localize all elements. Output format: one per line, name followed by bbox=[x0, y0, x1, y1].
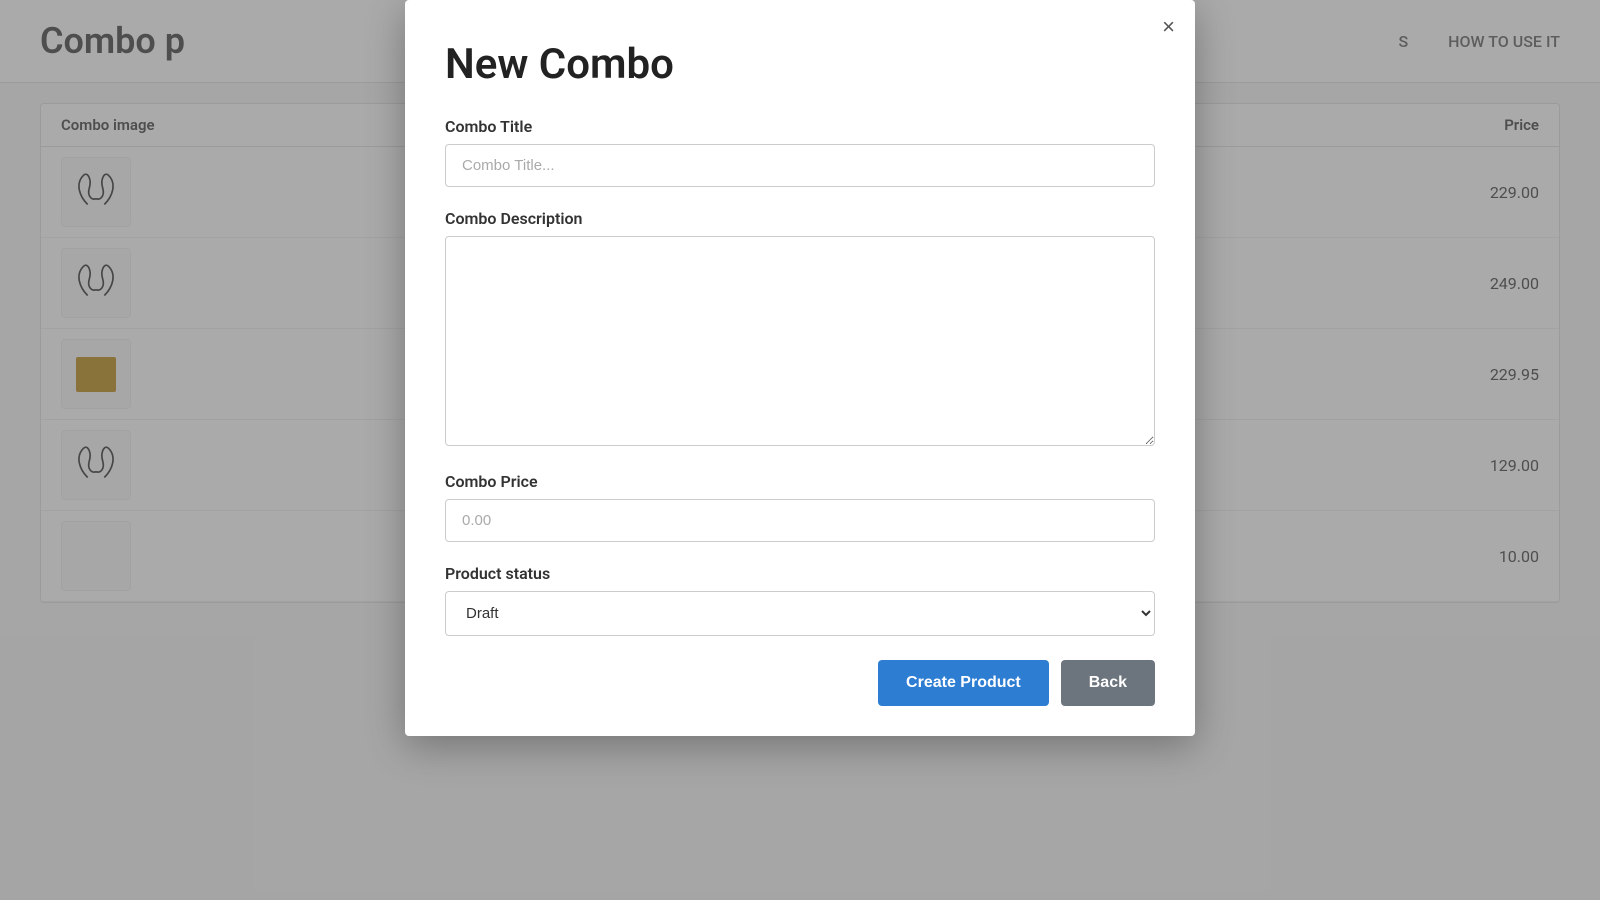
close-button[interactable]: × bbox=[1162, 16, 1175, 38]
combo-price-input[interactable] bbox=[445, 499, 1155, 542]
combo-description-group: Combo Description bbox=[445, 209, 1155, 450]
modal-overlay: × New Combo Combo Title Combo Descriptio… bbox=[0, 0, 1600, 900]
combo-price-label: Combo Price bbox=[445, 472, 1155, 491]
modal-title: New Combo bbox=[445, 40, 1155, 89]
combo-title-group: Combo Title bbox=[445, 117, 1155, 187]
modal-footer: Create Product Back bbox=[445, 660, 1155, 706]
product-status-select[interactable]: Draft Active Archived bbox=[445, 591, 1155, 636]
product-status-label: Product status bbox=[445, 564, 1155, 583]
combo-description-label: Combo Description bbox=[445, 209, 1155, 228]
combo-title-input[interactable] bbox=[445, 144, 1155, 187]
product-status-group: Product status Draft Active Archived bbox=[445, 564, 1155, 636]
new-combo-modal: × New Combo Combo Title Combo Descriptio… bbox=[405, 0, 1195, 736]
combo-price-group: Combo Price bbox=[445, 472, 1155, 542]
combo-title-label: Combo Title bbox=[445, 117, 1155, 136]
back-button[interactable]: Back bbox=[1061, 660, 1155, 706]
create-product-button[interactable]: Create Product bbox=[878, 660, 1049, 706]
combo-description-input[interactable] bbox=[445, 236, 1155, 446]
